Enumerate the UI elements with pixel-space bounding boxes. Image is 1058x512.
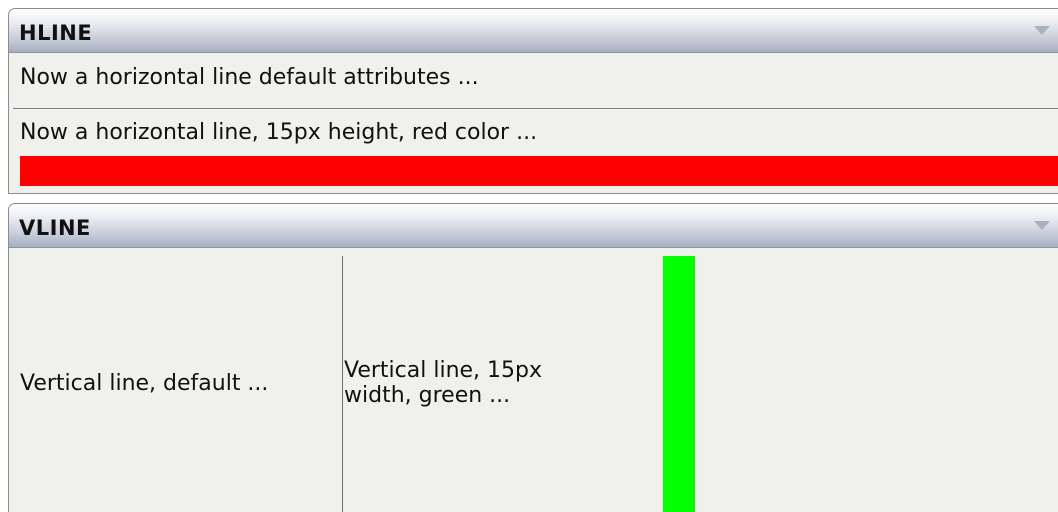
hline-panel-title: HLINE [19,21,93,45]
hline-panel: HLINE Now a horizontal line default attr… [8,8,1058,194]
page: HLINE Now a horizontal line default attr… [0,0,1058,512]
vline-green-label: Vertical line, 15px width, green ... [344,358,604,408]
hline-panel-header[interactable]: HLINE [9,9,1058,53]
vline-green-label-line1: Vertical line, 15px [344,358,543,383]
vline-default-label: Vertical line, default ... [20,371,269,396]
horizontal-line-red [20,156,1058,186]
vertical-line-default [342,256,343,512]
vline-panel: VLINE Vertical line, default ... Vertica… [8,203,1058,512]
vline-panel-header[interactable]: VLINE [9,204,1058,248]
vertical-line-green [663,256,695,512]
hline-default-label: Now a horizontal line default attributes… [20,65,479,90]
collapse-chevron-down-icon[interactable] [1034,26,1050,35]
vline-green-label-line2: width, green ... [344,383,511,408]
collapse-chevron-down-icon[interactable] [1034,221,1050,230]
hline-red-label: Now a horizontal line, 15px height, red … [20,120,538,145]
vline-panel-title: VLINE [19,216,91,240]
horizontal-line-default [13,108,1058,110]
